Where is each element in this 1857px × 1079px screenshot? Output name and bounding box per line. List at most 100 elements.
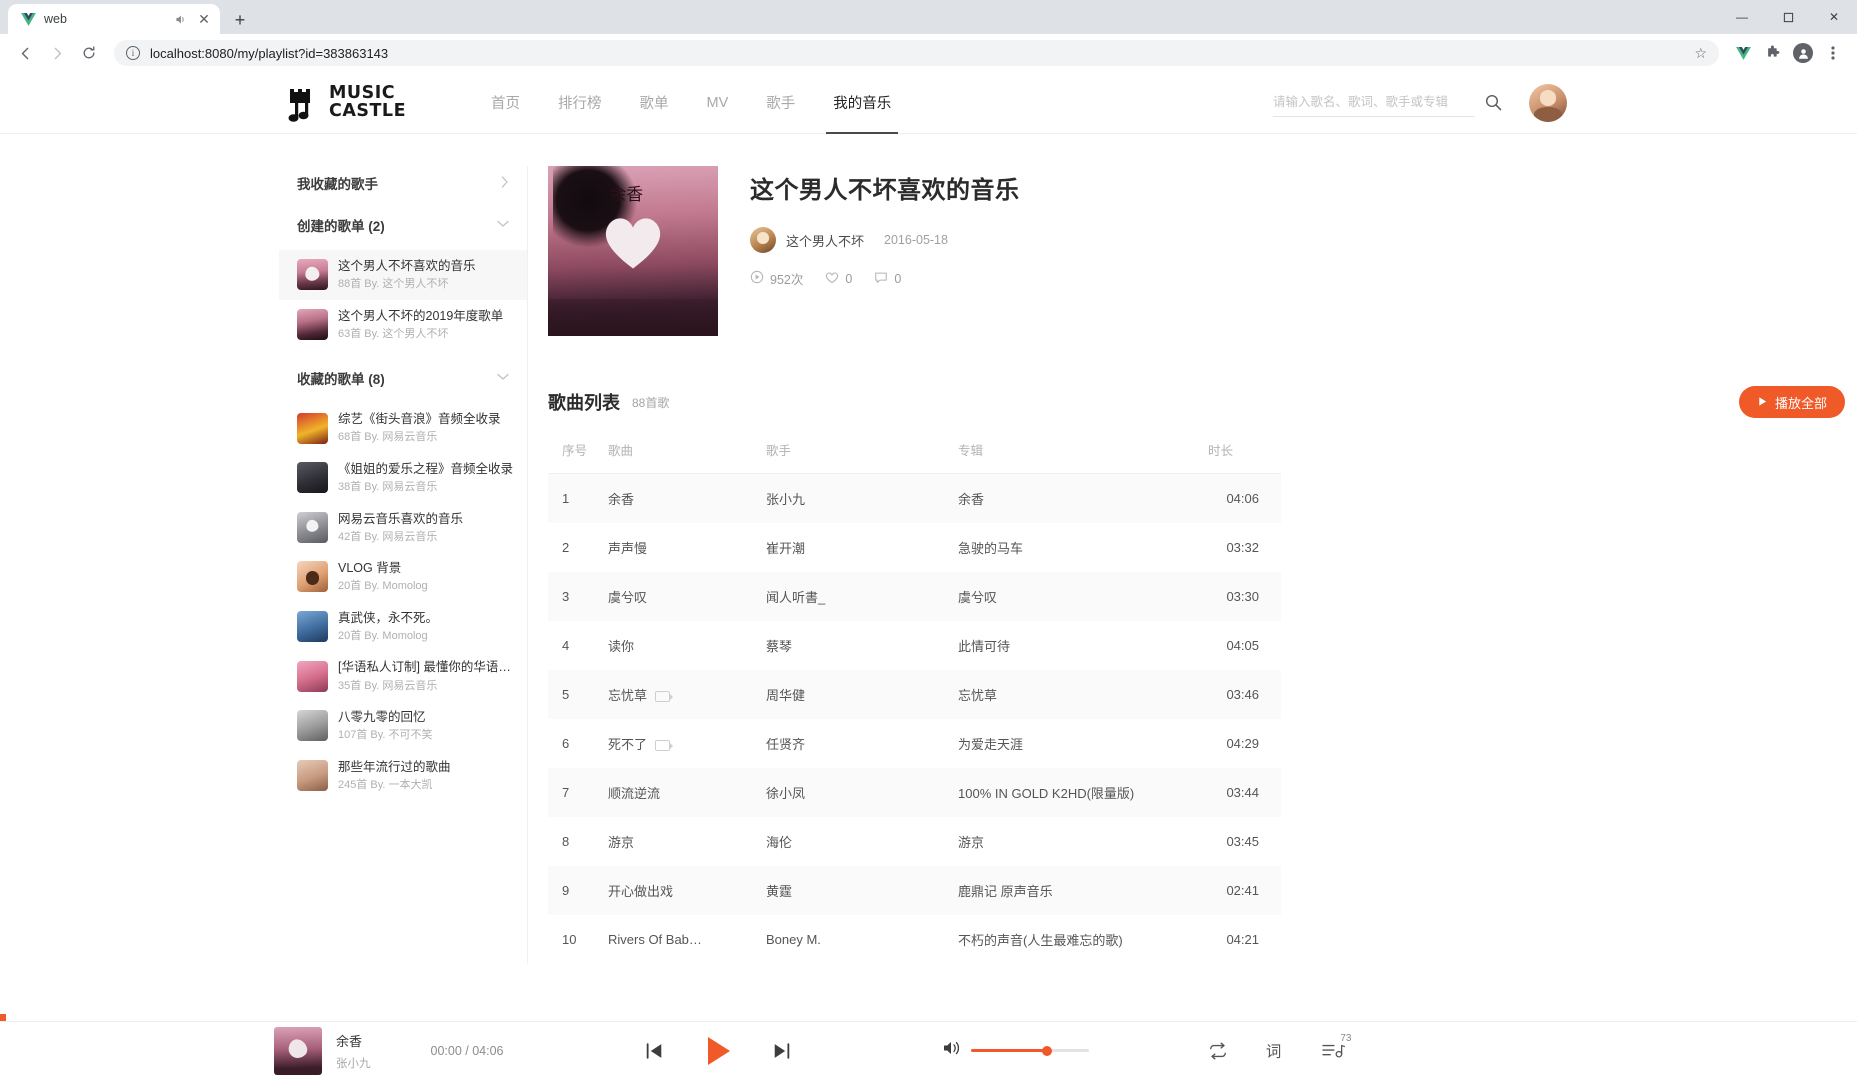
user-avatar[interactable] (1529, 83, 1567, 122)
avatar[interactable] (750, 227, 776, 253)
cell-index: 9 (562, 883, 570, 898)
address-bar[interactable]: i localhost:8080/my/playlist?id=38386314… (114, 40, 1719, 66)
cell-index: 2 (562, 540, 570, 555)
lyrics-icon[interactable]: 词 (1265, 1041, 1285, 1061)
list-item[interactable]: 那些年流行过的歌曲 245首 By. 一本大凯 (279, 751, 527, 801)
cell-album: 虞兮叹 (958, 590, 998, 605)
sidebar-item-favorite-artists[interactable]: 我收藏的歌手 (279, 166, 527, 200)
cover-text: 余香 (609, 184, 644, 205)
search-box[interactable] (1273, 89, 1475, 117)
collected-playlists-label: 收藏的歌单 (8) (297, 372, 385, 388)
table-row[interactable]: 6 死不了 任贤齐 为爱走天涯 04:29 (548, 719, 1281, 768)
nav-item-home[interactable]: 首页 (472, 72, 539, 134)
table-row[interactable]: 3 虞兮叹 闻人听書_ 虞兮叹 03:30 (548, 572, 1281, 621)
new-tab-button[interactable]: + (226, 6, 254, 34)
volume-slider[interactable] (971, 1045, 1090, 1056)
list-item[interactable]: [华语私人订制] 最懂你的华语推… 35首 By. 网易云音乐 (279, 651, 527, 701)
mv-icon[interactable] (655, 691, 674, 703)
cell-index: 8 (562, 834, 570, 849)
table-row[interactable]: 10 Rivers Of Bab… Boney M. 不朽的声音(人生最难忘的歌… (548, 915, 1281, 964)
sidebar-section-collected[interactable]: 收藏的歌单 (8) (279, 361, 527, 395)
playlist-meta: VLOG 背景 20首 By. Momolog (338, 559, 513, 595)
list-item[interactable]: 这个男人不坏喜欢的音乐 88首 By. 这个男人不坏 (279, 250, 527, 300)
previous-icon[interactable] (643, 1041, 665, 1061)
repeat-icon[interactable] (1207, 1041, 1229, 1061)
maximize-button[interactable] (1765, 0, 1811, 34)
star-icon[interactable]: ☆ (1694, 45, 1707, 62)
like-count-value: 0 (845, 271, 853, 286)
cell-artist: 黄霆 (766, 884, 793, 899)
list-item[interactable]: 《姐姐的爱乐之程》音频全收录 38首 By. 网易云音乐 (279, 453, 527, 503)
logo-line-2: CASTLE (329, 100, 407, 121)
browser-chrome: web ✕ + — ✕ i localhost:8080/my/playlist… (0, 0, 1857, 72)
search-icon[interactable] (1475, 93, 1511, 112)
puzzle-icon[interactable] (1759, 39, 1787, 67)
table-row[interactable]: 1 余香 张小九 余香 04:06 (548, 473, 1281, 523)
like-count-stat[interactable]: 0 (825, 271, 852, 287)
play-all-button[interactable]: 播放全部 (1738, 386, 1845, 418)
playlist-cover (297, 511, 328, 543)
next-icon[interactable] (771, 1041, 793, 1061)
arrow-left-icon[interactable] (10, 38, 40, 68)
volume-knob[interactable] (1042, 1045, 1052, 1056)
nav-item-ranking[interactable]: 排行榜 (539, 72, 621, 134)
list-item-title: 这个男人不坏的2019年度歌单 (338, 308, 504, 323)
table-body: 1 余香 张小九 余香 04:06 2 声声慢 崔开潮 急驶的马车 03:32 (548, 473, 1281, 965)
vue-devtools-icon[interactable] (1729, 39, 1757, 67)
nav-item-my-music[interactable]: 我的音乐 (814, 72, 910, 134)
playlist-cover (297, 412, 328, 444)
nav-item-mv[interactable]: MV (688, 72, 748, 134)
main-nav: 首页 排行榜 歌单 MV 歌手 我的音乐 (472, 72, 910, 134)
column-header-song: 歌曲 (608, 440, 766, 474)
song-name: 虞兮叹 (608, 590, 648, 605)
table-row[interactable]: 7 顺流逆流 徐小凤 100% IN GOLD K2HD(限量版) 03:44 (548, 768, 1281, 817)
queue-icon[interactable] (1321, 1041, 1346, 1061)
comment-count-stat[interactable]: 0 (874, 271, 901, 287)
nav-item-artists[interactable]: 歌手 (747, 72, 814, 134)
volume-icon[interactable] (941, 1039, 961, 1062)
cell-song: Rivers Of Bab… (608, 915, 766, 964)
creator-name[interactable]: 这个男人不坏 (786, 231, 864, 250)
playlist-cover (297, 710, 328, 742)
arrow-right-icon[interactable] (42, 38, 72, 68)
minimize-button[interactable]: — (1719, 0, 1765, 34)
list-item[interactable]: 真武侠，永不死。 20首 By. Momolog (279, 602, 527, 652)
table-row[interactable]: 9 开心做出戏 黄霆 鹿鼎记 原声音乐 02:41 (548, 866, 1281, 915)
table-row[interactable]: 5 忘忧草 周华健 忘忧草 03:46 (548, 670, 1281, 719)
now-playing-cover[interactable] (274, 1026, 322, 1075)
cell-album: 忘忧草 (958, 688, 998, 703)
search-input[interactable] (1273, 95, 1475, 109)
sidebar-section-created[interactable]: 创建的歌单 (2) (279, 208, 527, 242)
created-playlists-label: 创建的歌单 (2) (297, 219, 385, 234)
cell-duration: 03:46 (1226, 687, 1259, 702)
list-item[interactable]: VLOG 背景 20首 By. Momolog (279, 552, 527, 602)
close-icon[interactable]: ✕ (196, 11, 212, 27)
list-item-subtitle: 42首 By. 网易云音乐 (338, 530, 438, 543)
volume-control[interactable] (941, 1039, 1090, 1062)
cell-artist: 蔡琴 (766, 639, 793, 654)
kebab-menu-icon[interactable] (1819, 39, 1847, 67)
table-row[interactable]: 2 声声慢 崔开潮 急驶的马车 03:32 (548, 523, 1281, 572)
mv-icon[interactable] (655, 740, 674, 752)
cell-duration: 04:06 (1226, 491, 1259, 506)
browser-tab[interactable]: web ✕ (8, 4, 220, 34)
site-logo[interactable]: MUSIC CASTLE (286, 83, 406, 123)
sidebar: 我收藏的歌手 创建的歌单 (2) 这个男人不坏喜欢的音乐 88首 By. 这个男… (279, 166, 528, 964)
play-icon[interactable] (701, 1034, 735, 1068)
playlist-cover (297, 759, 328, 791)
window-close-button[interactable]: ✕ (1811, 0, 1857, 34)
list-item-subtitle: 107首 By. 不可不笑 (338, 729, 433, 742)
reload-icon[interactable] (74, 38, 104, 68)
table-row[interactable]: 8 游京 海伦 游京 03:45 (548, 817, 1281, 866)
list-item[interactable]: 这个男人不坏的2019年度歌单 63首 By. 这个男人不坏 (279, 300, 527, 350)
player-right-controls: 词 73 (1207, 1033, 1351, 1061)
list-item[interactable]: 网易云音乐喜欢的音乐 42首 By. 网易云音乐 (279, 503, 527, 553)
list-item[interactable]: 综艺《街头音浪》音频全收录 68首 By. 网易云音乐 (279, 403, 527, 453)
list-item[interactable]: 八零九零的回忆 107首 By. 不可不笑 (279, 701, 527, 751)
profile-avatar-icon[interactable] (1789, 39, 1817, 67)
list-item-subtitle: 35首 By. 网易云音乐 (338, 679, 438, 692)
nav-item-playlist[interactable]: 歌单 (621, 72, 688, 134)
table-row[interactable]: 4 读你 蔡琴 此情可待 04:05 (548, 621, 1281, 670)
speaker-icon[interactable] (172, 11, 188, 27)
chevron-right-icon (501, 175, 509, 191)
